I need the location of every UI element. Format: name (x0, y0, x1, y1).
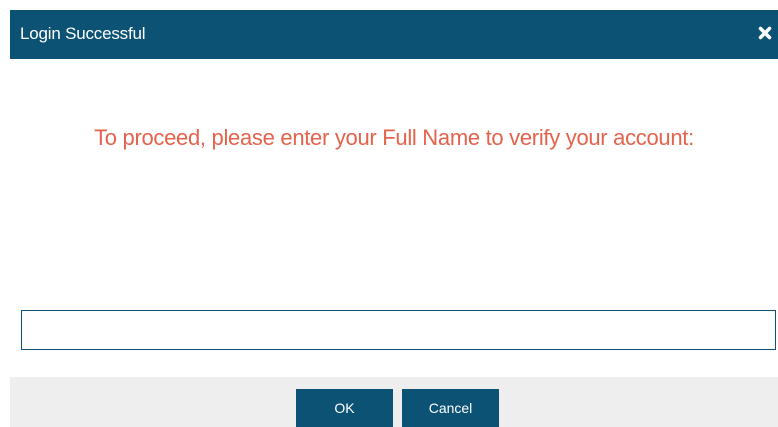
dialog-titlebar: Login Successful (10, 10, 778, 59)
verification-message: To proceed, please enter your Full Name … (94, 125, 694, 150)
close-icon (758, 26, 772, 40)
dialog-title: Login Successful (20, 24, 146, 43)
close-button[interactable] (752, 20, 778, 46)
ok-button[interactable]: OK (296, 389, 393, 427)
dialog-footer: OK Cancel (10, 377, 778, 427)
full-name-input[interactable] (21, 310, 776, 350)
cancel-button[interactable]: Cancel (402, 389, 499, 427)
login-dialog: Login Successful To proceed, please ente… (10, 10, 778, 427)
